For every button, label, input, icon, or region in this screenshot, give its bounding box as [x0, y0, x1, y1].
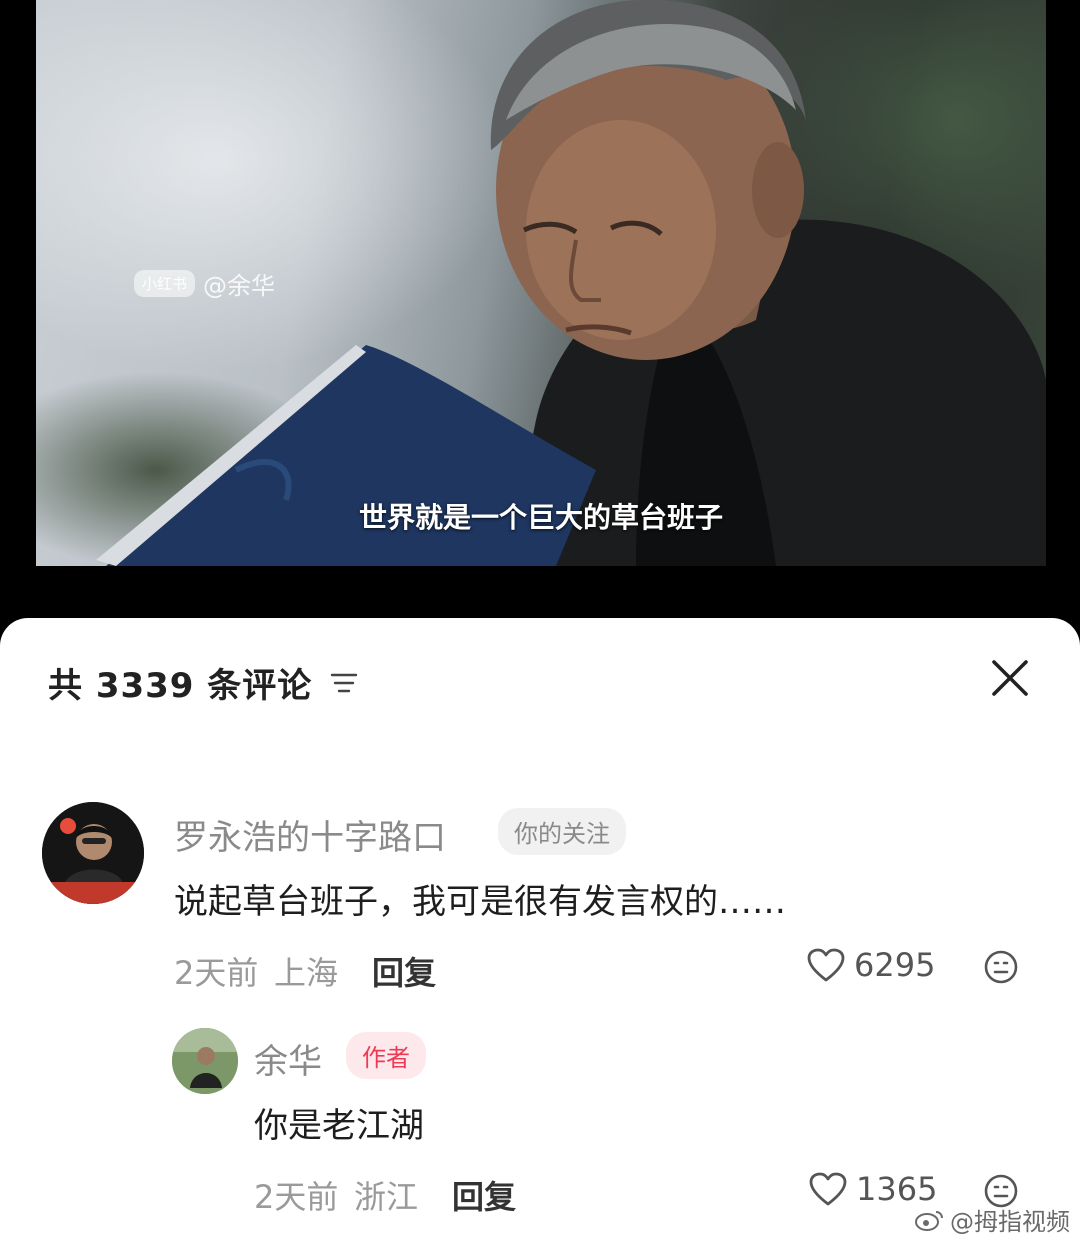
- video-player[interactable]: 小红书 @余华 世界就是一个巨大的草台班子: [36, 0, 1046, 566]
- comments-header: 共 3339 条评论: [48, 658, 358, 707]
- comment-text[interactable]: 你是老江湖: [254, 1098, 424, 1147]
- heart-icon: [807, 948, 845, 982]
- comments-count-title: 共 3339 条评论: [48, 666, 313, 706]
- emoji-icon[interactable]: [983, 949, 1019, 985]
- comment-time: 2天前: [174, 954, 259, 992]
- comment-location: 上海: [274, 954, 339, 992]
- sort-icon[interactable]: [330, 672, 358, 694]
- avatar[interactable]: [42, 802, 144, 904]
- like-button[interactable]: 6295: [806, 946, 935, 984]
- following-tag: 你的关注: [498, 808, 626, 855]
- xiaohongshu-logo: 小红书: [134, 270, 196, 297]
- corner-watermark: @拇指视频: [914, 1202, 1070, 1237]
- like-count: 6295: [854, 946, 936, 984]
- video-watermark: 小红书 @余华: [134, 266, 275, 301]
- close-icon[interactable]: [990, 658, 1030, 698]
- weibo-icon: [915, 1210, 943, 1231]
- heart-icon: [809, 1172, 847, 1206]
- comment-username[interactable]: 罗永浩的十字路口: [174, 810, 446, 859]
- comment-text[interactable]: 说起草台班子，我可是很有发言权的……: [174, 874, 786, 923]
- author-tag: 作者: [346, 1032, 426, 1079]
- screen: 小红书 @余华 世界就是一个巨大的草台班子 共 3339 条评论 罗永浩的十字路…: [0, 0, 1080, 1243]
- comments-sheet: 共 3339 条评论 罗永浩的十字路口 你的关注 说起草台班子，我可是很有发言权…: [0, 618, 1080, 1243]
- comment-time: 2天前: [254, 1178, 339, 1216]
- avatar[interactable]: [172, 1028, 238, 1094]
- comment-username[interactable]: 余华: [254, 1034, 322, 1083]
- corner-watermark-text: @拇指视频: [950, 1208, 1070, 1236]
- reply-button[interactable]: 回复: [372, 948, 436, 994]
- watermark-handle: @余华: [203, 272, 276, 300]
- video-subtitle: 世界就是一个巨大的草台班子: [358, 501, 723, 534]
- comment-location: 浙江: [354, 1178, 419, 1216]
- reply-button[interactable]: 回复: [452, 1172, 516, 1218]
